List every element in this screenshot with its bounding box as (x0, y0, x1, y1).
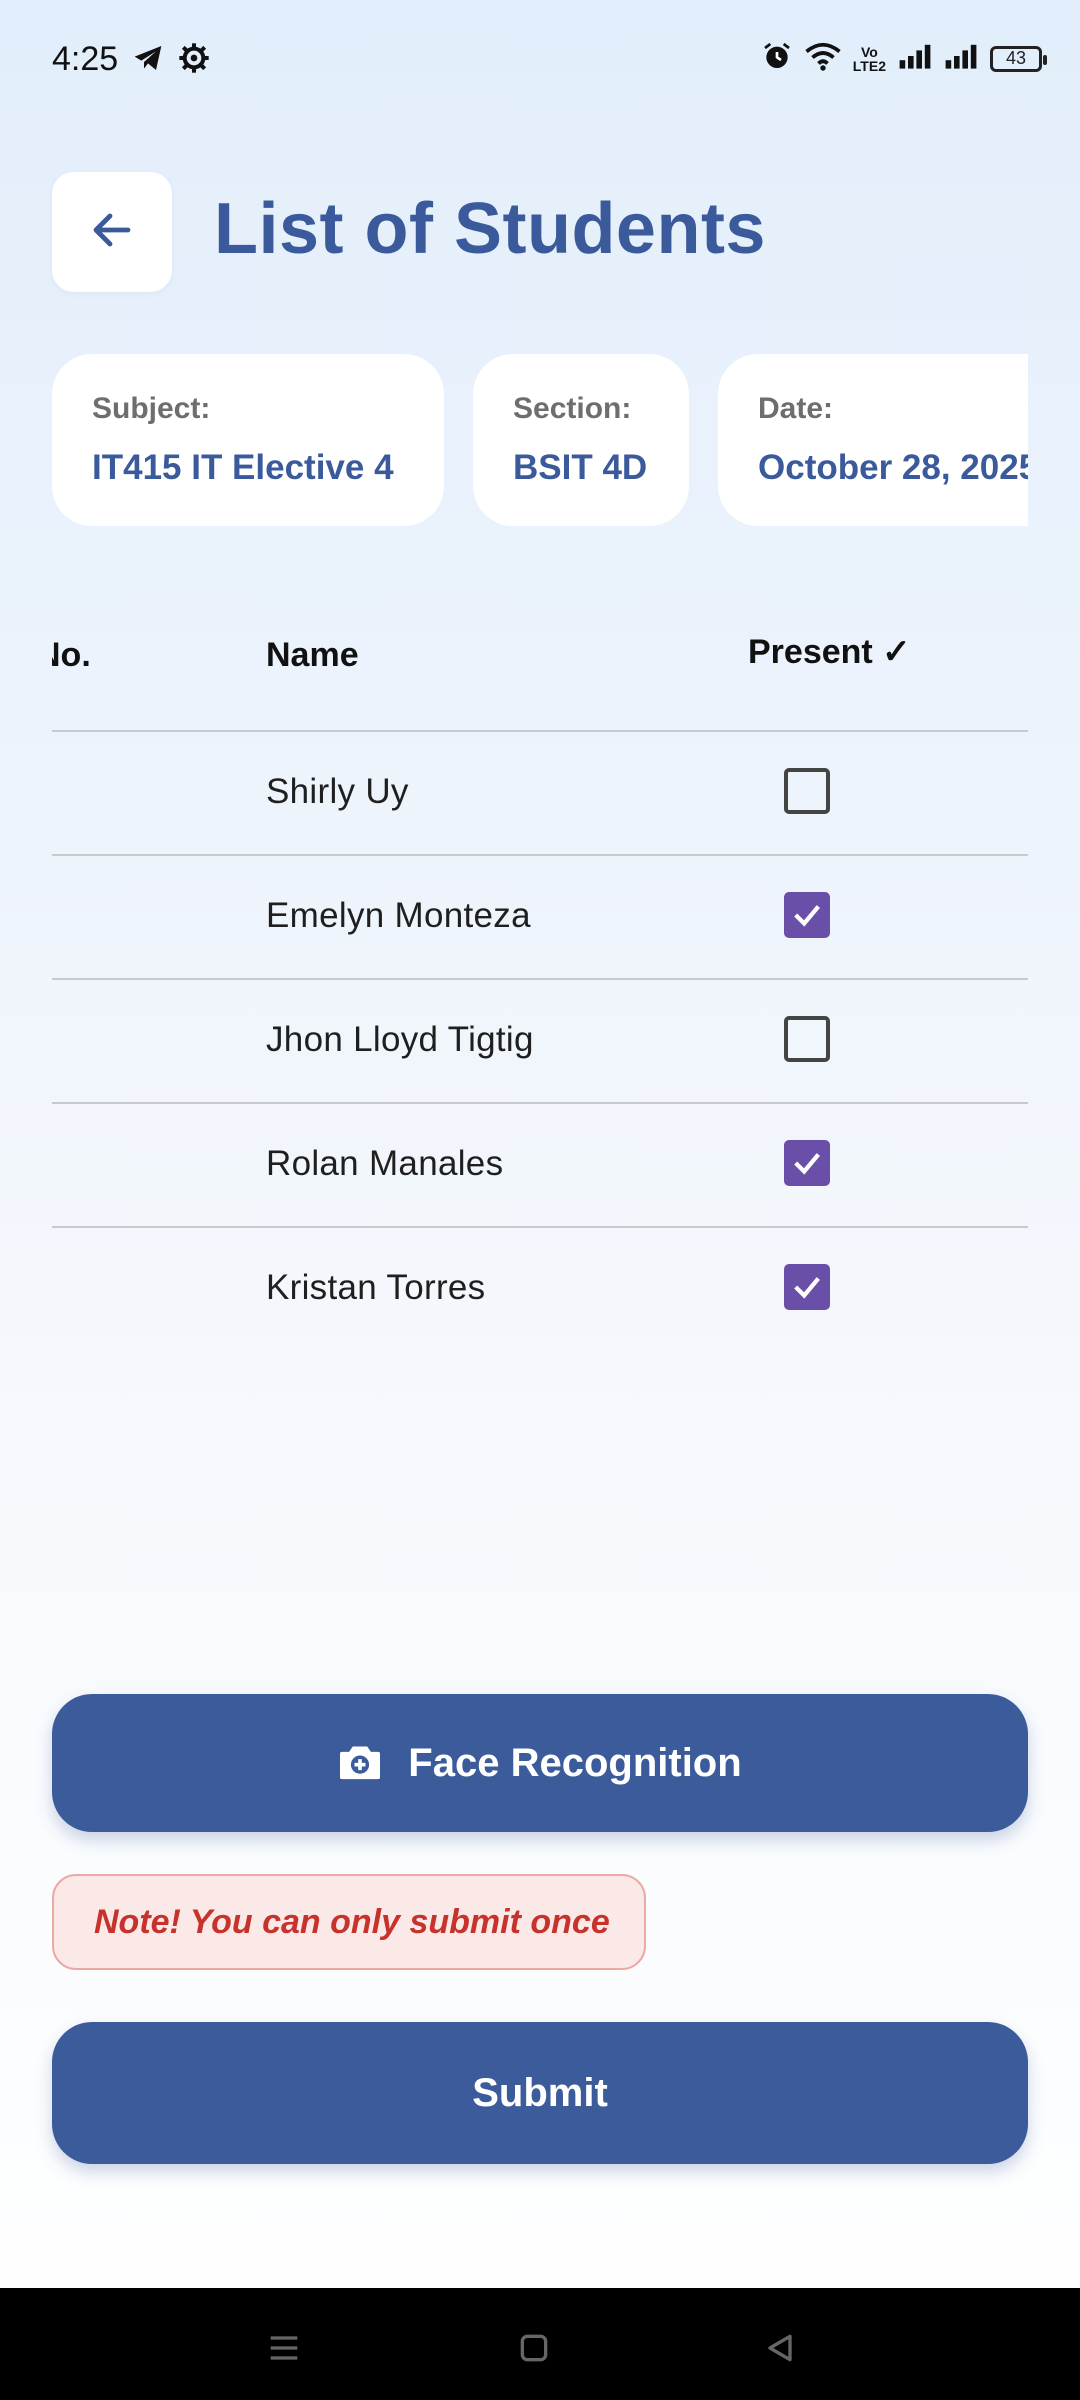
date-label: Date: (758, 392, 834, 425)
subject-value: IT415 IT Elective 4 (92, 448, 394, 487)
present-checkbox[interactable] (784, 892, 830, 938)
table-row: Jhon Lloyd Tigtig (52, 980, 1028, 1104)
student-name: Kristan Torres (266, 1268, 486, 1307)
table-header: No. Name Present ✓ (52, 610, 1028, 732)
status-bar: 4:25 Vo LTE2 43 (0, 0, 1080, 124)
submit-note: Note! You can only submit once (52, 1874, 646, 1970)
settings-gear-icon (178, 42, 210, 79)
home-nav-button[interactable] (504, 2318, 564, 2378)
status-time: 4:25 (52, 40, 119, 78)
present-checkbox[interactable] (784, 1140, 830, 1186)
telegram-icon (132, 42, 164, 79)
back-button[interactable] (52, 172, 172, 292)
section-label: Section: (513, 392, 632, 425)
signal-icon (898, 42, 932, 75)
table-row: Shirly Uy (52, 732, 1028, 856)
column-header-name: Name (266, 636, 359, 674)
alarm-icon (761, 40, 793, 77)
volte-indicator: Vo LTE2 (852, 43, 886, 74)
section-card: Section: BSIT 4D (473, 354, 689, 526)
back-triangle-icon (768, 2334, 792, 2362)
menu-nav-button[interactable] (254, 2318, 314, 2378)
present-checkbox[interactable] (784, 768, 830, 814)
back-nav-button[interactable] (750, 2318, 810, 2378)
table-row: Emelyn Monteza (52, 856, 1028, 980)
student-name: Emelyn Monteza (266, 896, 531, 935)
subject-label: Subject: (92, 392, 211, 425)
column-header-no: No. (52, 636, 91, 674)
students-table[interactable]: No. Name Present ✓ Shirly Uy Emelyn Mont… (52, 610, 1028, 1350)
page-title: List of Students (214, 189, 766, 269)
table-row: Kristan Torres (52, 1228, 1028, 1350)
student-name: Rolan Manales (266, 1144, 504, 1183)
present-checkbox[interactable] (784, 1264, 830, 1310)
signal-icon-2 (944, 42, 978, 75)
battery-indicator: 43 (990, 45, 1047, 72)
date-value: October 28, 2025 (758, 448, 1028, 487)
note-text: Note! You can only submit once (94, 1902, 610, 1941)
checkmark-icon (794, 905, 820, 927)
face-recognition-button[interactable]: Face Recognition (52, 1694, 1028, 1832)
present-checkbox[interactable] (784, 1016, 830, 1062)
submit-label: Submit (472, 2070, 608, 2115)
system-nav-bar (0, 2288, 1080, 2400)
menu-icon (270, 2336, 298, 2360)
student-name: Shirly Uy (266, 772, 409, 811)
column-header-present: Present ✓ (748, 633, 911, 671)
face-recognition-label: Face Recognition (408, 1740, 742, 1785)
student-name: Jhon Lloyd Tigtig (266, 1020, 534, 1059)
home-square-icon (520, 2334, 548, 2362)
section-value: BSIT 4D (513, 448, 648, 487)
date-card: Date: October 28, 2025 (718, 354, 1028, 526)
camera-icon (338, 1741, 382, 1786)
info-cards[interactable]: Subject: IT415 IT Elective 4 Section: BS… (52, 354, 1028, 526)
checkmark-icon (794, 1277, 820, 1299)
wifi-icon (805, 40, 841, 77)
submit-button[interactable]: Submit (52, 2022, 1028, 2164)
table-row: Rolan Manales (52, 1104, 1028, 1228)
checkmark-icon (794, 1153, 820, 1175)
arrow-left-icon (88, 206, 136, 259)
subject-card: Subject: IT415 IT Elective 4 (52, 354, 444, 526)
